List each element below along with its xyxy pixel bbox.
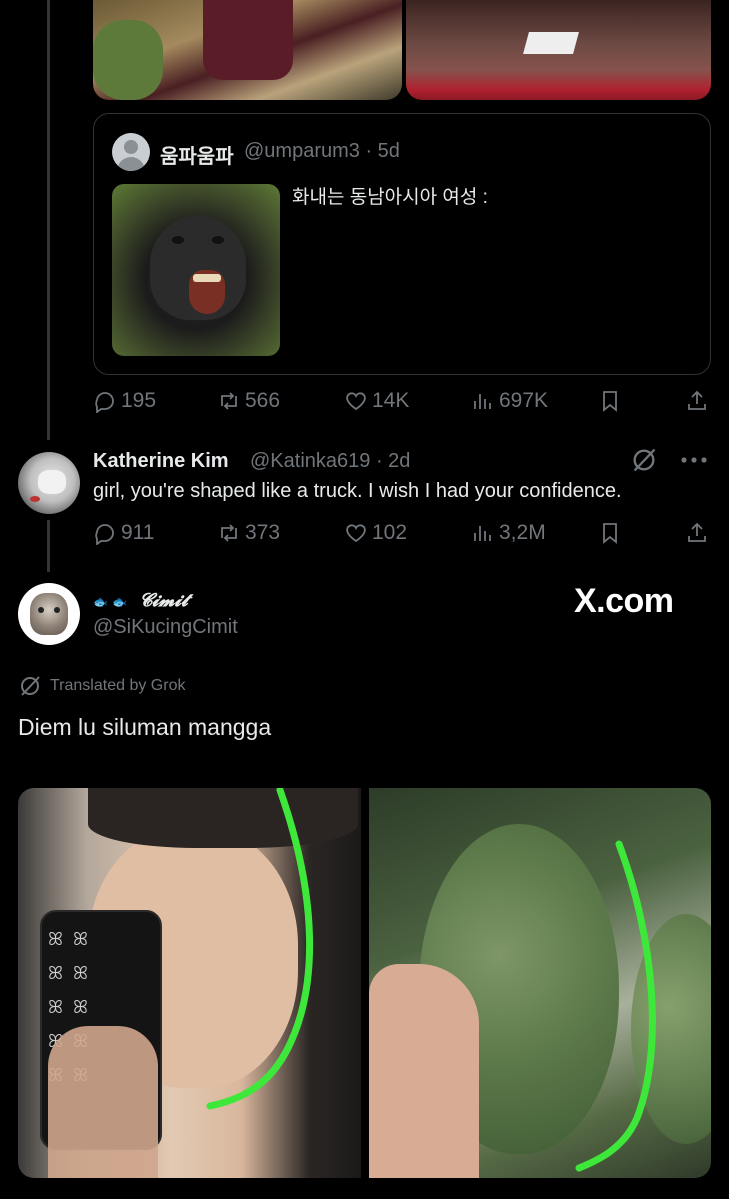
display-name-text: 𝓒𝓲𝓶𝓲𝓽 [139, 590, 188, 611]
display-name[interactable]: 🐟 🐟 𝓒𝓲𝓶𝓲𝓽 [93, 590, 194, 611]
reply-text: girl, you're shaped like a truck. I wish… [93, 480, 622, 502]
post-text: Diem lu siluman mangga [18, 714, 272, 740]
heart-icon [346, 524, 366, 543]
repost-button[interactable]: 373 [217, 521, 280, 545]
reply-button[interactable]: 195 [93, 389, 156, 413]
share-icon [688, 390, 706, 410]
post-media-image-2[interactable] [406, 0, 711, 100]
post-media-image-1[interactable] [93, 0, 402, 100]
bookmark-icon [603, 523, 617, 544]
reply-count: 195 [121, 389, 157, 412]
analytics-icon [474, 526, 491, 541]
share-icon [688, 522, 706, 542]
user-handle[interactable]: @SiKucingCimit [93, 616, 238, 639]
like-button[interactable]: 102 [344, 521, 407, 545]
post-media-grid[interactable] [93, 0, 711, 100]
watermark: X.com [574, 582, 674, 620]
avatar[interactable] [18, 452, 80, 514]
views-count: 697K [499, 389, 549, 412]
heart-icon [346, 392, 366, 411]
repost-icon [221, 392, 237, 410]
share-button[interactable] [685, 389, 709, 413]
avatar[interactable] [18, 583, 80, 645]
quoted-post-image[interactable] [112, 184, 280, 356]
like-button[interactable]: 14K [344, 389, 409, 413]
reply-button[interactable]: 911 [93, 521, 154, 545]
post-media-image-1[interactable]: ꕤꕤ ꕤꕤ ꕤꕤ ꕤꕤ ꕤꕤ [18, 788, 361, 1178]
reply-author-handle: @Katinka619 · 2d [250, 450, 411, 472]
post-action-bar: 195 566 14K 697K [93, 389, 711, 419]
share-button[interactable] [685, 521, 709, 545]
grok-icon[interactable] [630, 446, 658, 474]
quoted-author-handle: @umparum3 · 5d [244, 140, 400, 162]
bookmark-icon [603, 391, 617, 412]
views-count: 3,2M [499, 521, 546, 544]
reply-action-bar: 911 373 102 3,2M [93, 521, 711, 551]
like-count: 14K [372, 389, 410, 412]
avatar[interactable] [112, 133, 150, 171]
reply-icon [95, 524, 114, 545]
thread-line [47, 0, 50, 440]
more-options-icon[interactable] [678, 452, 710, 468]
quoted-post-card[interactable]: 움파움파 @umparum3 · 5d 화내는 동남아시아 여성 : [93, 113, 711, 375]
reply-count: 911 [121, 521, 155, 544]
thread-line [47, 520, 50, 572]
repost-icon [221, 524, 237, 542]
analytics-icon [474, 394, 491, 409]
views-button[interactable]: 3,2M [471, 521, 546, 545]
grok-icon [21, 676, 40, 696]
bookmark-button[interactable] [598, 389, 622, 413]
repost-count: 373 [245, 521, 281, 544]
repost-count: 566 [245, 389, 281, 412]
translated-label[interactable]: Translated by Grok [50, 677, 185, 695]
quoted-author-name[interactable]: 움파움파 [160, 140, 234, 169]
bookmark-button[interactable] [598, 521, 622, 545]
reply-icon [95, 392, 114, 413]
views-button[interactable]: 697K [471, 389, 548, 413]
like-count: 102 [372, 521, 408, 544]
post-media-image-2[interactable] [369, 788, 711, 1178]
reply-author-name[interactable]: Katherine Kim [93, 450, 229, 473]
quoted-post-text: 화내는 동남아시아 여성 : [292, 187, 488, 208]
repost-button[interactable]: 566 [217, 389, 280, 413]
name-decoration: 🐟 🐟 [93, 595, 128, 609]
